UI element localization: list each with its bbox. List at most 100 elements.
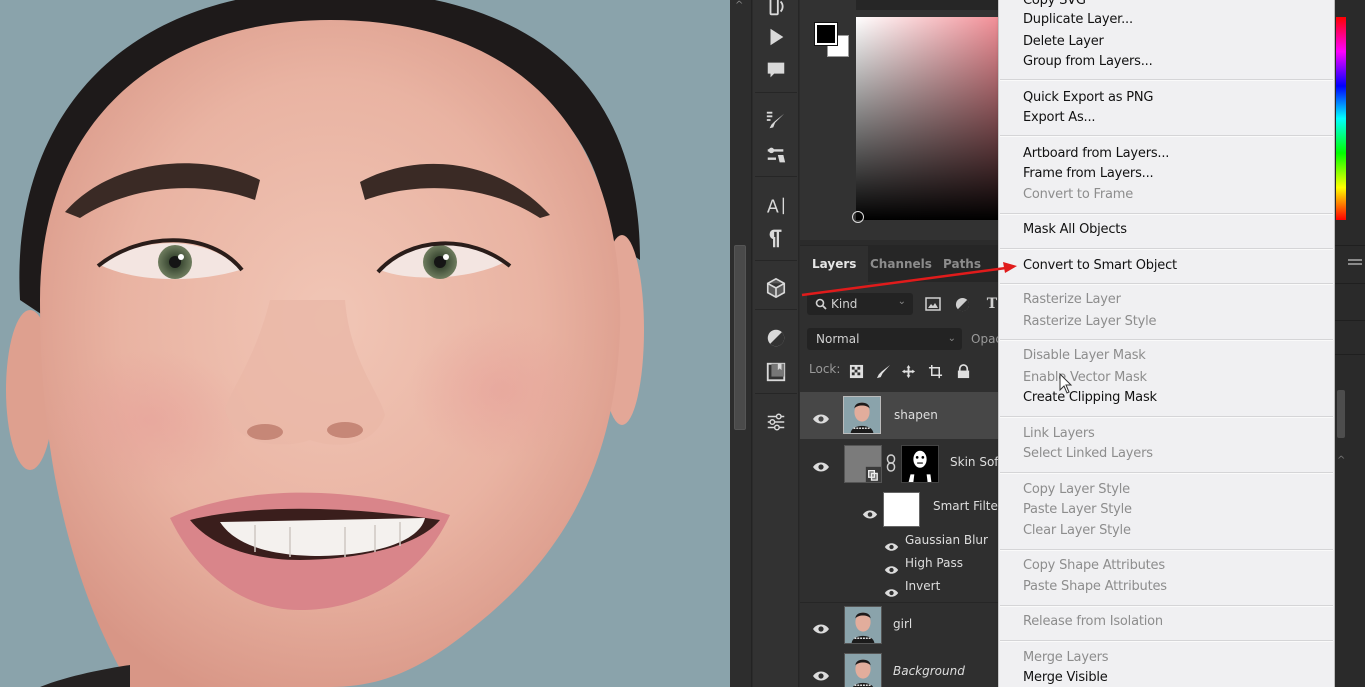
device-preview-tool[interactable] xyxy=(753,0,799,22)
artboard-icon xyxy=(928,364,942,378)
blend-mode-dropdown[interactable]: Normal ⌄ xyxy=(807,328,962,350)
lock-artboard[interactable] xyxy=(927,363,943,379)
hue-slider[interactable] xyxy=(1336,17,1346,220)
filter-visibility-toggle[interactable] xyxy=(884,583,899,597)
filter-visibility-toggle[interactable] xyxy=(884,560,899,574)
menu-item-delete-layer[interactable]: Delete Layer xyxy=(1023,32,1104,52)
brush-presets-tool[interactable] xyxy=(753,105,799,135)
visibility-toggle[interactable] xyxy=(812,458,830,472)
divider xyxy=(1335,320,1365,321)
saturation-brightness-field[interactable] xyxy=(856,17,1000,220)
checkerboard-icon xyxy=(849,364,863,378)
menu-separator xyxy=(1000,248,1333,250)
divider xyxy=(755,393,797,394)
filter-pixel-layers[interactable] xyxy=(925,296,941,312)
panel-menu-icon[interactable] xyxy=(1348,259,1362,269)
eye-icon xyxy=(884,566,899,574)
menu-item-paste-shape-attributes: Paste Shape Attributes xyxy=(1023,579,1167,594)
smart-object-thumbnail xyxy=(844,445,882,483)
layer-row-background[interactable]: Background xyxy=(800,650,1000,687)
foreground-color-swatch[interactable] xyxy=(814,22,838,46)
menu-item-copy-layer-style: Copy Layer Style xyxy=(1023,482,1130,497)
layer-name[interactable]: girl xyxy=(893,617,912,631)
adjustment-circle-icon xyxy=(955,297,969,311)
play-action-tool[interactable] xyxy=(753,22,799,52)
layer-row-skin-soft[interactable]: Skin Soft xyxy=(800,440,1003,488)
character-tool[interactable]: A xyxy=(753,190,799,220)
device-preview-icon xyxy=(769,0,784,16)
portrait-thumbnail xyxy=(844,397,880,433)
lock-position[interactable] xyxy=(900,363,916,379)
document-canvas[interactable] xyxy=(0,0,730,687)
3d-tool[interactable] xyxy=(753,273,799,303)
lock-icon xyxy=(957,363,969,378)
chevron-down-icon: ⌄ xyxy=(897,296,906,307)
menu-item-create-clipping-mask[interactable]: Create Clipping Mask xyxy=(1023,388,1157,408)
layer-filter-dropdown[interactable]: Kind ⌄ xyxy=(807,293,913,315)
menu-item-frame-from-layers[interactable]: Frame from Layers... xyxy=(1023,164,1154,184)
properties-tool[interactable] xyxy=(753,407,799,437)
menu-item-export-as[interactable]: Export As... xyxy=(1023,108,1096,128)
layer-row-girl[interactable]: girl xyxy=(800,603,1000,648)
adjustments-icon xyxy=(767,329,785,347)
layer-name[interactable]: Background xyxy=(893,664,965,678)
lock-transparent-pixels[interactable] xyxy=(848,363,864,379)
filter-high-pass[interactable]: High Pass xyxy=(905,556,963,570)
smart-filter-mask-thumbnail[interactable] xyxy=(883,492,920,527)
canvas-scrollbar[interactable]: ^ xyxy=(730,0,752,687)
paragraph-tool[interactable] xyxy=(753,224,799,254)
collapse-caret-icon[interactable]: ^ xyxy=(735,0,743,11)
menu-separator xyxy=(1000,79,1333,81)
layer-mask-thumbnail[interactable] xyxy=(901,445,939,483)
visibility-toggle[interactable] xyxy=(812,410,830,424)
filter-adjustment-layers[interactable] xyxy=(954,296,970,312)
styles-icon xyxy=(766,362,786,382)
styles-tool[interactable] xyxy=(753,357,799,387)
menu-item-mask-all-objects[interactable]: Mask All Objects xyxy=(1023,220,1127,240)
filter-visibility-toggle[interactable] xyxy=(884,537,899,551)
layer-name[interactable]: Skin Soft xyxy=(950,455,1003,469)
chevron-up-icon[interactable]: ^ xyxy=(1337,455,1345,466)
brush-settings-tool[interactable] xyxy=(753,140,799,170)
lock-all[interactable] xyxy=(955,363,971,379)
menu-item-clear-layer-style: Clear Layer Style xyxy=(1023,523,1131,538)
comments-tool[interactable] xyxy=(753,55,799,85)
menu-item-merge-visible[interactable]: Merge Visible xyxy=(1023,668,1108,687)
scrollbar-thumb[interactable] xyxy=(734,245,746,430)
menu-item-group-from-layers[interactable]: Group from Layers... xyxy=(1023,52,1153,72)
link-icon[interactable] xyxy=(886,454,896,472)
filter-invert[interactable]: Invert xyxy=(905,579,940,593)
move-icon xyxy=(901,364,915,378)
menu-item-copy-shape-attributes: Copy Shape Attributes xyxy=(1023,558,1165,573)
portrait-thumbnail xyxy=(845,654,881,687)
color-picker-handle[interactable] xyxy=(852,211,864,223)
svg-text:A: A xyxy=(767,197,779,216)
lock-image-pixels[interactable] xyxy=(875,363,891,379)
menu-item-quick-export-png[interactable]: Quick Export as PNG xyxy=(1023,88,1153,108)
sliders-icon xyxy=(767,413,785,431)
visibility-toggle[interactable] xyxy=(812,667,830,681)
layer-thumbnail xyxy=(843,396,881,434)
menu-item-link-layers: Link Layers xyxy=(1023,426,1095,441)
chevron-down-icon: ⌄ xyxy=(947,333,956,344)
color-panel-header xyxy=(856,0,1000,10)
layer-row-shapen[interactable]: shapen xyxy=(800,392,1000,439)
menu-item-artboard-from-layers[interactable]: Artboard from Layers... xyxy=(1023,144,1169,164)
adjustments-tool[interactable] xyxy=(753,323,799,353)
filter-gaussian-blur[interactable]: Gaussian Blur xyxy=(905,533,988,547)
visibility-toggle[interactable] xyxy=(812,620,830,634)
smart-filters-visibility-toggle[interactable] xyxy=(862,505,878,519)
menu-item-rasterize-layer: Rasterize Layer xyxy=(1023,292,1121,307)
play-icon xyxy=(770,28,784,46)
menu-separator xyxy=(1000,283,1333,285)
tab-paths[interactable]: Paths xyxy=(931,246,993,282)
smart-filter-label: Smart Filter xyxy=(933,499,1003,513)
menu-item-merge-layers: Merge Layers xyxy=(1023,650,1109,665)
menu-item-convert-to-smart-object[interactable]: Convert to Smart Object xyxy=(1023,256,1177,276)
layers-scrollbar-thumb[interactable] xyxy=(1337,390,1345,438)
eye-icon xyxy=(813,462,829,472)
layer-name[interactable]: shapen xyxy=(894,408,938,422)
comment-icon xyxy=(767,62,785,78)
menu-item-duplicate-layer[interactable]: Duplicate Layer... xyxy=(1023,10,1133,30)
menu-item-release-from-isolation: Release from Isolation xyxy=(1023,614,1163,629)
